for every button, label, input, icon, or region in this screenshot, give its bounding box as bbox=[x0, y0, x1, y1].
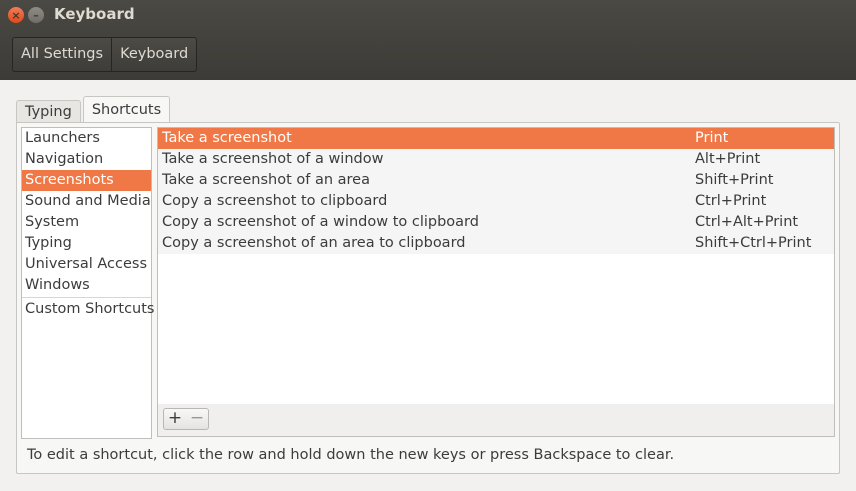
shortcut-description: Take a screenshot bbox=[162, 130, 292, 146]
minimize-window-button[interactable]: – bbox=[28, 7, 44, 23]
sidebar-item-universal-access[interactable]: Universal Access bbox=[22, 254, 151, 275]
shortcut-row[interactable]: Copy a screenshot of an area to clipboar… bbox=[158, 233, 834, 254]
sidebar-item-launchers[interactable]: Launchers bbox=[22, 128, 151, 149]
remove-shortcut-button[interactable]: − bbox=[186, 408, 209, 430]
minimize-icon: – bbox=[33, 8, 39, 22]
shortcut-description: Copy a screenshot of a window to clipboa… bbox=[162, 214, 479, 230]
close-icon: × bbox=[11, 8, 21, 22]
shortcut-description: Take a screenshot of a window bbox=[162, 151, 384, 167]
shortcut-row[interactable]: Take a screenshot of a window Alt+Print bbox=[158, 149, 834, 170]
sidebar-item-custom-shortcuts[interactable]: Custom Shortcuts bbox=[22, 299, 154, 320]
sidebar-item-navigation[interactable]: Navigation bbox=[22, 149, 151, 170]
tab-shortcuts[interactable]: Shortcuts bbox=[82, 96, 171, 123]
shortcut-keys: Shift+Ctrl+Print bbox=[695, 235, 812, 251]
shortcut-row[interactable]: Take a screenshot of an area Shift+Print bbox=[158, 170, 834, 191]
sidebar-item-system[interactable]: System bbox=[22, 212, 151, 233]
shortcut-row[interactable]: Copy a screenshot to clipboard Ctrl+Prin… bbox=[158, 191, 834, 212]
close-window-button[interactable]: × bbox=[8, 7, 24, 23]
add-shortcut-button[interactable]: + bbox=[163, 408, 187, 430]
sidebar-item-windows[interactable]: Windows bbox=[22, 275, 151, 296]
shortcut-keys: Ctrl+Alt+Print bbox=[695, 214, 799, 230]
shortcut-category-list: Launchers Navigation Screenshots Sound a… bbox=[21, 127, 154, 439]
breadcrumb-keyboard[interactable]: Keyboard bbox=[111, 38, 196, 71]
sidebar-item-sound-and-media[interactable]: Sound and Media bbox=[22, 191, 151, 212]
tab-bar: Typing Shortcuts bbox=[16, 96, 172, 123]
plus-icon: + bbox=[167, 408, 183, 428]
shortcut-row[interactable]: Copy a screenshot of a window to clipboa… bbox=[158, 212, 834, 233]
sidebar-item-typing[interactable]: Typing bbox=[22, 233, 151, 254]
tab-typing[interactable]: Typing bbox=[16, 100, 81, 123]
breadcrumb-all-settings[interactable]: All Settings bbox=[13, 38, 111, 71]
sidebar-divider bbox=[22, 297, 151, 298]
breadcrumb: All Settings Keyboard bbox=[12, 37, 198, 72]
content-area: Typing Shortcuts Launchers Navigation Sc… bbox=[0, 80, 856, 491]
window-title: Keyboard bbox=[54, 5, 135, 23]
shortcut-list: Take a screenshot Print Take a screensho… bbox=[157, 127, 835, 405]
shortcut-keys: Alt+Print bbox=[695, 151, 761, 167]
shortcut-keys: Print bbox=[695, 130, 729, 146]
shortcut-keys: Ctrl+Print bbox=[695, 193, 767, 209]
shortcut-keys: Shift+Print bbox=[695, 172, 774, 188]
sidebar-item-screenshots[interactable]: Screenshots bbox=[22, 170, 151, 191]
shortcut-description: Take a screenshot of an area bbox=[162, 172, 370, 188]
shortcuts-panel: Launchers Navigation Screenshots Sound a… bbox=[16, 122, 840, 474]
help-text: To edit a shortcut, click the row and ho… bbox=[27, 447, 675, 463]
title-bar: × – Keyboard All Settings Keyboard bbox=[0, 0, 856, 80]
shortcut-row[interactable]: Take a screenshot Print bbox=[158, 128, 834, 149]
shortcut-list-toolbar: + − bbox=[157, 404, 835, 437]
shortcut-description: Copy a screenshot of an area to clipboar… bbox=[162, 235, 466, 251]
minus-icon: − bbox=[189, 408, 205, 428]
shortcut-description: Copy a screenshot to clipboard bbox=[162, 193, 388, 209]
